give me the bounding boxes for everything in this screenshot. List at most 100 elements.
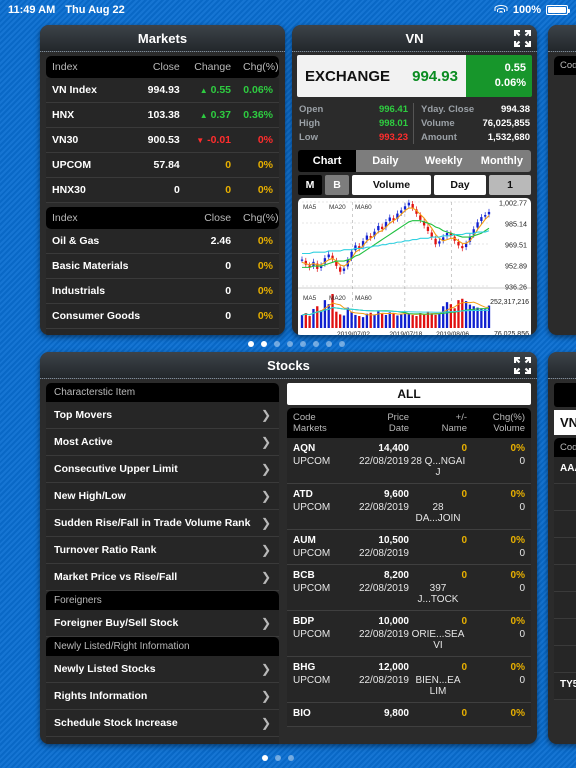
sidebar-item-most-active[interactable]: Most Active ❯ — [46, 429, 279, 456]
exchange-left: EXCHANGE 994.93 — [297, 55, 466, 97]
stocks-body: Characterstic Item Top Movers ❯ Most Active… — [40, 379, 537, 744]
direction-arrow-icon: ▲ — [199, 111, 208, 120]
chart-tabs[interactable]: Chart Daily Weekly Monthly — [298, 150, 531, 173]
table-row[interactable]: AQN 14,400 0 0% UPCOM 22/08/2019 28 Q...NGAI J… — [287, 438, 531, 484]
sector-close: 0 — [174, 303, 238, 329]
sector-row[interactable]: Basic Materials 0 0% — [46, 253, 279, 279]
hdr-chgpct: Chg(%) — [492, 412, 525, 423]
index-row[interactable]: VN Index 994.93 ▲ 0.55 0.06% — [46, 78, 279, 103]
sidebar-item-foreigner-buy-sell-stock[interactable]: Foreigner Buy/Sell Stock ❯ — [46, 610, 279, 637]
tab-daily[interactable]: Daily — [356, 150, 415, 173]
edge-bottom-tab[interactable]: VN — [554, 410, 576, 435]
tab-weekly[interactable]: Weekly — [414, 150, 473, 173]
sidebar-item-top-movers[interactable]: Top Movers ❯ — [46, 402, 279, 429]
status-time: 11:49 AM — [8, 4, 56, 16]
chevron-right-icon: ❯ — [260, 408, 271, 422]
control-m[interactable]: M — [298, 175, 322, 196]
index-close: 57.84 — [134, 152, 186, 178]
sidebar-item-new-high-low[interactable]: New High/Low ❯ — [46, 483, 279, 510]
edge-bottom-cell[interactable] — [554, 646, 576, 673]
edge-bottom-cell[interactable] — [554, 511, 576, 538]
pager-dot[interactable] — [339, 341, 345, 347]
control-volume[interactable]: Volume — [352, 175, 431, 196]
sidebar-item-turnover-ratio-rank[interactable]: Turnover Ratio Rank ❯ — [46, 537, 279, 564]
edge-bottom-cell[interactable] — [554, 484, 576, 511]
edge-bottom-last-cell[interactable]: TY5B — [554, 673, 576, 700]
stat-value: 993.23 — [378, 131, 408, 143]
pager-dot[interactable] — [262, 755, 268, 761]
pager-dot[interactable] — [287, 341, 293, 347]
cell-chgpct: 0% — [510, 570, 525, 581]
svg-text:76,025,856: 76,025,856 — [494, 331, 529, 335]
menu-item-label: Rights Information — [54, 690, 148, 702]
sector-row[interactable]: Industrials 0 0% — [46, 278, 279, 304]
pager-dot[interactable] — [261, 341, 267, 347]
sector-row[interactable]: Oil & Gas 2.46 0% — [46, 229, 279, 254]
pager-dot[interactable] — [300, 341, 306, 347]
stocks-menu-list[interactable]: Characterstic Item Top Movers ❯ Most Active… — [40, 379, 285, 744]
sidebar-item-sudden-rise-fall-in-trade-volume-rank[interactable]: Sudden Rise/Fall in Trade Volume Rank ❯ — [46, 510, 279, 537]
exchange-chg-pct: 0.06% — [494, 77, 526, 89]
pager-dot[interactable] — [248, 341, 254, 347]
cell-volume — [467, 719, 525, 721]
sector-row[interactable]: Health Care00% — [46, 328, 279, 335]
exchange-row[interactable]: EXCHANGE 994.93 0.55 0.06% — [297, 55, 532, 97]
cell-chgpct: 0% — [510, 708, 525, 719]
sidebar-item-newly-listed-stocks[interactable]: Newly Listed Stocks ❯ — [46, 656, 279, 683]
pager-dot[interactable] — [288, 755, 294, 761]
table-row[interactable]: ATD 9,600 0 0% UPCOM 22/08/2019 28 DA...JOIN 0 — [287, 484, 531, 530]
pager-dot[interactable] — [326, 341, 332, 347]
expand-icon[interactable] — [514, 357, 531, 374]
chart-controls[interactable]: M B Volume Day 1 — [298, 175, 531, 196]
edge-bottom-cell[interactable] — [554, 538, 576, 565]
cell-code: BIO — [293, 708, 311, 719]
sidebar-item-rights-information[interactable]: Rights Information ❯ — [46, 683, 279, 710]
exchange-price: 994.93 — [412, 67, 458, 85]
expand-icon[interactable] — [514, 30, 531, 47]
pager-dot[interactable] — [274, 341, 280, 347]
index-row[interactable]: VN30 900.53 ▼ -0.01 0% — [46, 127, 279, 153]
sector-row[interactable]: Consumer Goods 0 0% — [46, 303, 279, 329]
control-b[interactable]: B — [325, 175, 349, 196]
edge-bottom-cell[interactable] — [554, 565, 576, 592]
stat-value: 1,532,680 — [487, 131, 530, 143]
col-close: Close — [134, 56, 186, 78]
edge-bottom-cell[interactable] — [554, 619, 576, 646]
tab-chart[interactable]: Chart — [298, 150, 357, 173]
control-day[interactable]: Day — [434, 175, 486, 196]
cell-code: ATD — [293, 489, 313, 500]
cell-market: UPCOM — [293, 502, 331, 513]
row-line-top: BDP 10,000 0 0% — [293, 616, 525, 627]
col-change: Change — [185, 56, 238, 78]
sidebar-item-consecutive-upper-limit[interactable]: Consecutive Upper Limit ❯ — [46, 456, 279, 483]
pager-dot[interactable] — [275, 755, 281, 761]
chevron-right-icon: ❯ — [260, 616, 271, 630]
sidebar-item-advertisement-announcement[interactable]: Advertisement Announcement❯ — [46, 737, 279, 744]
index-row[interactable]: UPCOM 57.84 0 0% — [46, 152, 279, 178]
edge-bottom-cell[interactable] — [554, 592, 576, 619]
cell-name — [409, 546, 467, 559]
tab-monthly[interactable]: Monthly — [472, 150, 531, 173]
stat-line: Yday. Close 994.38 — [421, 103, 530, 117]
table-row[interactable]: BCB 8,200 0 0% UPCOM 22/08/2019 397 J...TOCK 0 — [287, 565, 531, 611]
filter-all-button[interactable]: ALL — [287, 383, 531, 405]
index-row[interactable]: HNX 103.38 ▲ 0.37 0.36% — [46, 102, 279, 128]
sidebar-item-schedule-stock-increase[interactable]: Schedule Stock Increase ❯ — [46, 710, 279, 737]
svg-text:MA20: MA20 — [329, 295, 346, 302]
table-row[interactable]: BDP 10,000 0 0% UPCOM 22/08/2019 ORIE...SEA VI… — [287, 611, 531, 657]
pager-top[interactable] — [248, 341, 345, 347]
menu-item-label: New High/Low — [54, 490, 126, 502]
index-row[interactable]: HNX30 0 0 0% — [46, 177, 279, 203]
control-count[interactable]: 1 — [489, 175, 531, 196]
table-row[interactable]: BIO 9,800 0 0% — [287, 703, 531, 727]
sidebar-item-market-price-vs-rise-fall[interactable]: Market Price vs Rise/Fall ❯ — [46, 564, 279, 591]
table-row[interactable]: AUM 10,500 0 0% UPCOM 22/08/2019 0 — [287, 530, 531, 565]
edge-bottom-first-cell[interactable]: AAA — [554, 457, 576, 484]
pager-bottom[interactable] — [262, 755, 294, 761]
markets-header: Markets — [40, 25, 285, 52]
price-chart[interactable]: 1,002.77 985.14 969.51 952.89 936.26 2019/07/… — [298, 198, 531, 335]
cell-volume: 0 — [519, 675, 525, 686]
table-row[interactable]: BHG 12,000 0 0% UPCOM 22/08/2019 BIEN...EA LIM… — [287, 657, 531, 703]
markets-panel: Markets Index Close Change Chg(%) VN Ind… — [40, 25, 285, 335]
pager-dot[interactable] — [313, 341, 319, 347]
